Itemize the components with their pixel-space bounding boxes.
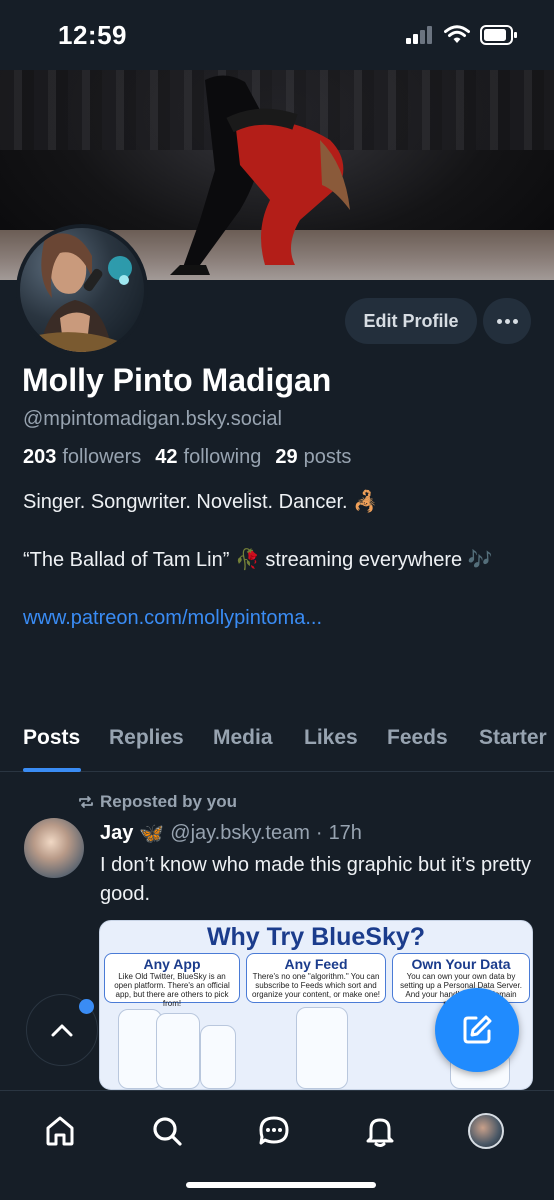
bio-link[interactable]: www.patreon.com/mollypintoma... [23,607,322,629]
nav-search[interactable] [147,1111,187,1151]
chat-icon [259,1116,289,1145]
profile-avatar[interactable] [16,224,148,356]
status-icons [406,25,518,45]
profile-tabs: Posts Replies Media Likes Feeds Starter [0,720,554,772]
nav-profile[interactable] [466,1111,506,1151]
following-label: following [183,446,262,468]
avatar-image [20,228,144,352]
post-header: Jay 🦋 @jay.bsky.team · 17h [100,821,362,846]
bell-icon [366,1118,394,1147]
nav-notifications[interactable] [360,1111,400,1151]
signal-icon [406,26,432,44]
tab-replies[interactable]: Replies [109,726,184,750]
followers-count: 203 [23,446,57,468]
nav-chat[interactable] [254,1111,294,1151]
graphic-card-title: Any App [143,956,201,972]
post-author-handle[interactable]: @jay.bsky.team [170,822,310,845]
display-name: Molly Pinto Madigan [22,362,332,398]
more-options-button[interactable] [483,298,531,344]
post-separator: · [315,822,323,844]
post-author-name[interactable]: Jay [100,822,133,845]
repost-label: Reposted by you [100,792,237,811]
active-tab-indicator [23,768,81,772]
status-bar: 12:59 [0,0,554,70]
avatar-singer-image [25,233,132,352]
home-indicator [186,1182,376,1188]
more-dot-icon [512,318,518,324]
butterfly-icon: 🦋 [139,823,165,845]
post-timestamp[interactable]: 17h [329,822,362,845]
graphic-title: Why Try BlueSky? [206,923,426,951]
graphic-card-title: Any Feed [284,956,348,972]
bio-line-1: Singer. Songwriter. Novelist. Dancer. 🦂 [23,491,379,513]
profile-avatar-icon [468,1113,504,1149]
post-author-avatar[interactable] [24,818,84,878]
chevron-up-icon [51,1024,73,1037]
graphic-phone-illustration [156,1013,200,1089]
more-dot-icon [504,318,510,324]
posts-label: posts [303,446,352,468]
tab-posts[interactable]: Posts [23,726,80,750]
followers-stat[interactable]: 203 followers [23,446,141,469]
graphic-card-text: There's no one "algorithm." You can subs… [251,972,381,999]
tab-media[interactable]: Media [213,726,273,750]
followers-label: followers [62,446,142,468]
bio-line-2: “The Ballad of Tam Lin” 🥀 streaming ever… [23,549,493,571]
posts-stat: 29 posts [275,446,351,469]
repost-icon [79,796,93,808]
new-posts-dot [79,999,94,1014]
tab-feeds[interactable]: Feeds [387,726,448,750]
edit-profile-button[interactable]: Edit Profile [345,298,477,344]
compose-post-button[interactable] [435,988,519,1072]
graphic-card-any-app: Any App Like Old Twitter, BlueSky is an … [104,953,240,1008]
graphic-card-text: Like Old Twitter, BlueSky is an open pla… [114,972,230,1008]
graphic-card-any-feed: Any Feed There's no one "algorithm." You… [246,953,386,1003]
more-dot-icon [496,318,502,324]
post-text: I don’t know who made this graphic but i… [100,854,531,905]
following-count: 42 [155,446,178,468]
tab-starter[interactable]: Starter [479,726,547,750]
tab-likes[interactable]: Likes [304,726,358,750]
wifi-icon [444,25,470,43]
profile-stats: 203 followers 42 following 29 posts [23,446,351,469]
following-stat[interactable]: 42 following [155,446,261,469]
status-time: 12:59 [58,20,127,50]
graphic-card-title: Own Your Data [411,956,511,972]
posts-count: 29 [275,446,298,468]
graphic-phone-illustration [200,1025,236,1089]
nav-home[interactable] [40,1111,80,1151]
battery-icon [480,25,517,45]
search-icon [153,1117,182,1146]
repost-indicator[interactable]: Reposted by you [78,792,237,812]
home-icon [46,1116,74,1146]
profile-handle: @mpintomadigan.bsky.social [23,408,282,430]
compose-icon [463,1015,492,1044]
profile-bio: Singer. Songwriter. Novelist. Dancer. 🦂 … [23,488,533,633]
graphic-phone-illustration [296,1007,348,1089]
